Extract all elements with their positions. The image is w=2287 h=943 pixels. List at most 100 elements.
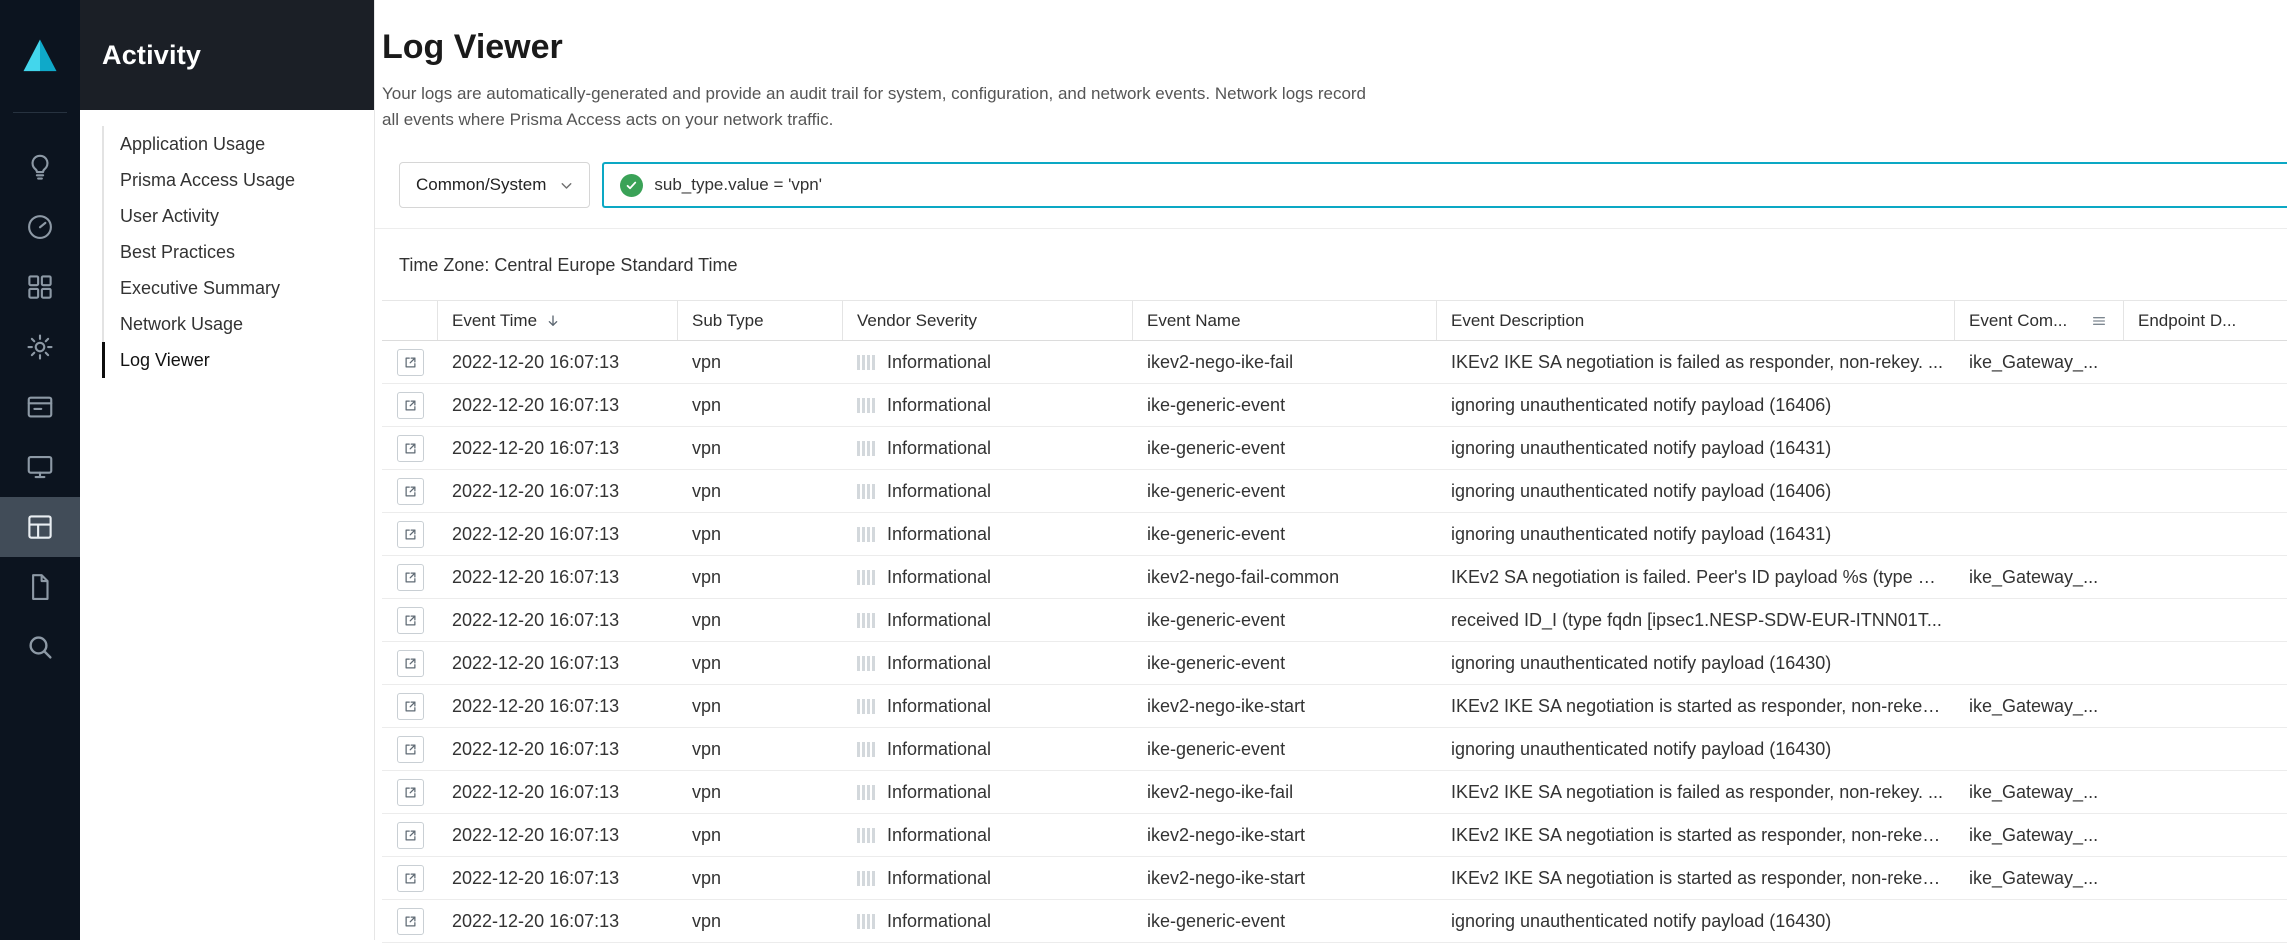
sub-type-cell: vpn [678,782,843,803]
severity-label: Informational [887,696,991,717]
open-log-detail-icon[interactable] [397,650,424,677]
table-row[interactable]: 2022-12-20 16:07:13 vpn Informational ik… [382,728,2287,771]
table-row[interactable]: 2022-12-20 16:07:13 vpn Informational ik… [382,470,2287,513]
col-row-actions [382,301,438,340]
event-time-cell: 2022-12-20 16:07:13 [438,782,678,803]
sidebar-item-best-practices[interactable]: Best Practices [102,234,374,270]
table-row[interactable]: 2022-12-20 16:07:13 vpn Informational ik… [382,857,2287,900]
event-time-cell: 2022-12-20 16:07:13 [438,825,678,846]
search-icon[interactable] [0,617,80,677]
column-menu-icon[interactable] [2091,313,2107,329]
sidebar-item-executive-summary[interactable]: Executive Summary [102,270,374,306]
row-actions-cell [382,607,438,634]
open-log-detail-icon[interactable] [397,865,424,892]
monitor-icon[interactable] [0,437,80,497]
col-label: Endpoint D... [2138,311,2236,331]
event-description-cell: ignoring unauthenticated notify payload … [1437,911,1955,932]
event-time-cell: 2022-12-20 16:07:13 [438,395,678,416]
col-event-name[interactable]: Event Name [1133,301,1437,340]
severity-label: Informational [887,567,991,588]
open-log-detail-icon[interactable] [397,478,424,505]
col-label: Event Time [452,311,537,331]
event-name-cell: ike-generic-event [1133,438,1437,459]
open-log-detail-icon[interactable] [397,779,424,806]
table-row[interactable]: 2022-12-20 16:07:13 vpn Informational ik… [382,384,2287,427]
sidebar-title: Activity [102,40,201,71]
event-description-cell: IKEv2 IKE SA negotiation is started as r… [1437,868,1955,889]
table-row[interactable]: 2022-12-20 16:07:13 vpn Informational ik… [382,771,2287,814]
event-description-cell: ignoring unauthenticated notify payload … [1437,653,1955,674]
event-description-cell: ignoring unauthenticated notify payload … [1437,395,1955,416]
sidebar-item-user-activity[interactable]: User Activity [102,198,374,234]
severity-bars-icon [857,785,875,800]
severity-label: Informational [887,653,991,674]
table-row[interactable]: 2022-12-20 16:07:13 vpn Informational ik… [382,685,2287,728]
open-log-detail-icon[interactable] [397,607,424,634]
app-root: Activity Application Usage Prisma Access… [0,0,2287,940]
open-log-detail-icon[interactable] [397,392,424,419]
list-panel-icon[interactable] [0,377,80,437]
event-description-cell: ignoring unauthenticated notify payload … [1437,739,1955,760]
gear-icon[interactable] [0,317,80,377]
table-row[interactable]: 2022-12-20 16:07:13 vpn Informational ik… [382,556,2287,599]
sidebar-header: Activity [80,0,374,110]
open-log-detail-icon[interactable] [397,564,424,591]
col-sub-type[interactable]: Sub Type [678,301,843,340]
log-table: Event Time Sub Type Vendor Severity Even… [382,300,2287,943]
col-label: Event Name [1147,311,1241,331]
table-row[interactable]: 2022-12-20 16:07:13 vpn Informational ik… [382,599,2287,642]
row-actions-cell [382,865,438,892]
gauge-icon[interactable] [0,197,80,257]
vendor-severity-cell: Informational [843,567,1133,588]
severity-bars-icon [857,398,875,413]
event-description-cell: ignoring unauthenticated notify payload … [1437,481,1955,502]
document-icon[interactable] [0,557,80,617]
rail-divider [13,112,67,113]
page-title: Log Viewer [382,28,2287,67]
col-event-time[interactable]: Event Time [438,301,678,340]
log-type-select[interactable]: Common/System [399,162,590,208]
sidebar-item-network-usage[interactable]: Network Usage [102,306,374,342]
query-filter-input[interactable]: sub_type.value = 'vpn' [602,162,2287,208]
col-event-com[interactable]: Event Com... [1955,301,2124,340]
table-row[interactable]: 2022-12-20 16:07:13 vpn Informational ik… [382,642,2287,685]
open-log-detail-icon[interactable] [397,521,424,548]
event-com-cell: ike_Gateway_... [1955,696,2124,717]
severity-bars-icon [857,484,875,499]
event-time-cell: 2022-12-20 16:07:13 [438,868,678,889]
open-log-detail-icon[interactable] [397,349,424,376]
sidebar-item-log-viewer[interactable]: Log Viewer [102,342,374,378]
event-name-cell: ikev2-nego-fail-common [1133,567,1437,588]
event-description-cell: IKEv2 IKE SA negotiation is failed as re… [1437,352,1955,373]
lightbulb-icon[interactable] [0,137,80,197]
event-name-cell: ike-generic-event [1133,481,1437,502]
table-row[interactable]: 2022-12-20 16:07:13 vpn Informational ik… [382,900,2287,943]
sidebar-item-prisma-access-usage[interactable]: Prisma Access Usage [102,162,374,198]
col-vendor-severity[interactable]: Vendor Severity [843,301,1133,340]
col-event-description[interactable]: Event Description [1437,301,1955,340]
open-log-detail-icon[interactable] [397,693,424,720]
table-row[interactable]: 2022-12-20 16:07:13 vpn Informational ik… [382,814,2287,857]
col-endpoint[interactable]: Endpoint D... [2124,301,2287,340]
sub-type-cell: vpn [678,868,843,889]
table-row[interactable]: 2022-12-20 16:07:13 vpn Informational ik… [382,427,2287,470]
apps-icon[interactable] [0,257,80,317]
vendor-severity-cell: Informational [843,481,1133,502]
event-name-cell: ikev2-nego-ike-fail [1133,352,1437,373]
severity-label: Informational [887,524,991,545]
open-log-detail-icon[interactable] [397,736,424,763]
vendor-severity-cell: Informational [843,524,1133,545]
vendor-severity-cell: Informational [843,352,1133,373]
open-log-detail-icon[interactable] [397,435,424,462]
prisma-logo[interactable] [0,0,80,112]
open-log-detail-icon[interactable] [397,908,424,935]
table-row[interactable]: 2022-12-20 16:07:13 vpn Informational ik… [382,341,2287,384]
event-com-cell: ike_Gateway_... [1955,352,2124,373]
event-description-cell: IKEv2 IKE SA negotiation is started as r… [1437,825,1955,846]
dashboard-grid-icon[interactable] [0,497,80,557]
severity-label: Informational [887,825,991,846]
sidebar-item-application-usage[interactable]: Application Usage [102,126,374,162]
sidebar-nav: Application Usage Prisma Access Usage Us… [80,126,374,378]
table-row[interactable]: 2022-12-20 16:07:13 vpn Informational ik… [382,513,2287,556]
open-log-detail-icon[interactable] [397,822,424,849]
